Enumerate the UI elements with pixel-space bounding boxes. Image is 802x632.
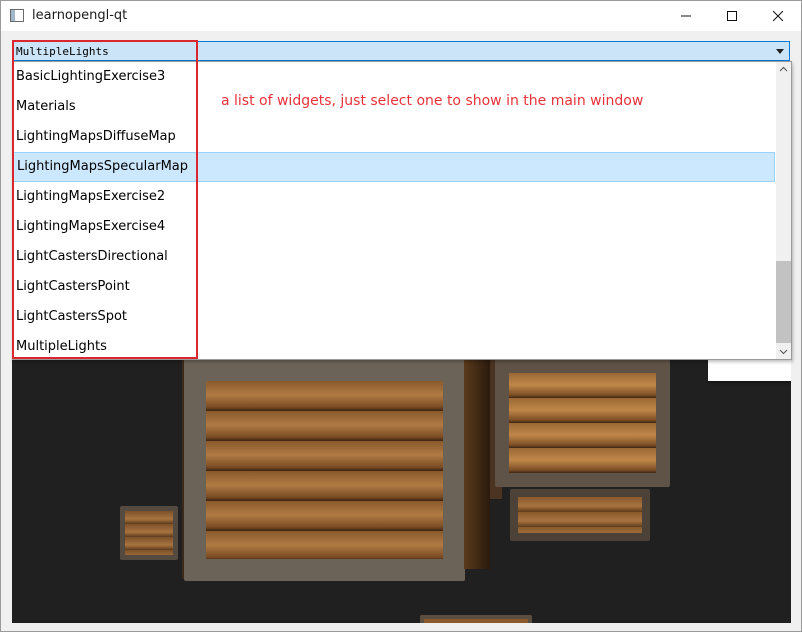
list-item-highlighted[interactable]: LightingMapsSpecularMap: [13, 152, 775, 182]
list-item[interactable]: LightingMapsExercise4: [13, 212, 775, 242]
main-window: learnopengl-qt MultipleLights BasicLight…: [0, 0, 802, 632]
chevron-down-icon: [779, 349, 788, 355]
list-item[interactable]: LightCastersSpot: [13, 302, 775, 332]
vertical-scrollbar[interactable]: [776, 62, 791, 359]
list-item[interactable]: BasicLightingExercise3: [13, 62, 775, 92]
list-item[interactable]: LightCastersDirectional: [13, 242, 775, 272]
close-icon: [773, 11, 783, 21]
combo-dropdown-list: BasicLightingExercise3 Materials Lightin…: [12, 61, 792, 360]
window-title: learnopengl-qt: [32, 8, 128, 23]
wooden-crate: [420, 615, 532, 623]
annotation-text: a list of widgets, just select one to sh…: [221, 93, 644, 109]
minimize-icon: [681, 15, 691, 17]
client-area: MultipleLights BasicLightingExercise3 Ma…: [1, 32, 801, 631]
chevron-up-icon: [779, 66, 788, 72]
close-button[interactable]: [755, 1, 801, 31]
dropdown-arrow-icon[interactable]: [776, 49, 784, 54]
maximize-button[interactable]: [709, 1, 755, 31]
wooden-crate: [510, 489, 650, 541]
crate-shadow: [464, 359, 490, 569]
light-patch: [708, 359, 791, 381]
list-item[interactable]: LightingMapsExercise2: [13, 182, 775, 212]
list-item[interactable]: LightCastersPoint: [13, 272, 775, 302]
scroll-up-button[interactable]: [776, 62, 791, 77]
minimize-button[interactable]: [663, 1, 709, 31]
wooden-crate: [495, 359, 670, 487]
wooden-crate: [120, 506, 178, 560]
title-bar[interactable]: learnopengl-qt: [1, 1, 801, 31]
wooden-crate: [184, 359, 465, 581]
opengl-viewport[interactable]: [12, 359, 791, 623]
maximize-icon: [727, 11, 737, 21]
scroll-down-button[interactable]: [776, 344, 791, 359]
combo-selected-value: MultipleLights: [16, 45, 109, 58]
list-item[interactable]: LightingMapsDiffuseMap: [13, 122, 775, 152]
widget-combo-box[interactable]: MultipleLights: [12, 41, 790, 61]
window-icon: [10, 9, 24, 22]
list-item[interactable]: MultipleLights: [13, 332, 775, 359]
scrollbar-thumb[interactable]: [776, 261, 791, 343]
